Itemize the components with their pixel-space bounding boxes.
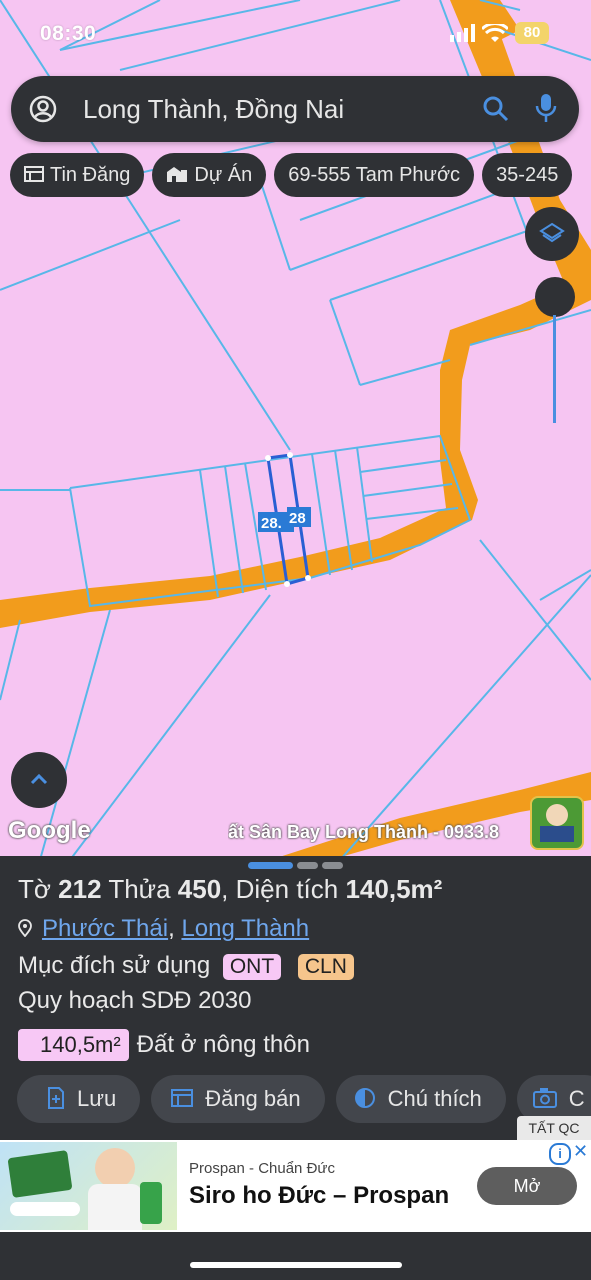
chip-label: Dự Án xyxy=(194,164,253,186)
parcel-location: Phước Thái, Long Thành xyxy=(18,915,309,943)
legend-button[interactable]: Chú thích xyxy=(335,1075,506,1123)
area-row: 140,5m² Đất ở nông thôn xyxy=(18,1029,310,1061)
ad-tag[interactable]: TẤT QC xyxy=(517,1116,591,1140)
bottom-safe-area xyxy=(0,1232,591,1280)
parcel-label-2: 28 xyxy=(289,510,306,527)
legend-icon xyxy=(354,1088,375,1109)
land-use-purpose: Mục đích sử dụng ONT CLN xyxy=(18,952,354,980)
post-sale-icon xyxy=(171,1089,194,1108)
listing-icon xyxy=(24,165,44,182)
ad-title: Siro ho Đức – Prospan xyxy=(189,1182,450,1209)
ad-image[interactable] xyxy=(0,1142,177,1230)
building-icon xyxy=(167,166,188,182)
save-button[interactable]: Lưu xyxy=(17,1075,141,1123)
map-watermark: ất Sân Bay Long Thành - 0933.8 xyxy=(228,822,500,842)
wifi-icon xyxy=(482,24,508,42)
area-description: Đất ở nông thôn xyxy=(136,1031,310,1058)
ad-info-icon[interactable]: i xyxy=(549,1143,571,1165)
google-logo: Google xyxy=(8,817,91,844)
area-badge: 140,5m² xyxy=(18,1029,129,1061)
location-pin-icon xyxy=(18,918,32,937)
land-use-plan: Quy hoạch SDĐ 2030 xyxy=(18,987,252,1014)
status-time: 08:30 xyxy=(40,22,97,45)
ad-banner[interactable]: Prospan - Chuẩn Đức Siro ho Đức – Prospa… xyxy=(0,1140,591,1232)
post-sale-button[interactable]: Đăng bán xyxy=(151,1075,325,1123)
parcel-title: Tờ 212 Thửa 450, Diện tích 140,5m² xyxy=(18,874,443,904)
home-indicator[interactable] xyxy=(190,1262,402,1268)
account-icon[interactable] xyxy=(29,95,57,123)
chip-label: 69-555 Tam Phước xyxy=(288,164,461,186)
opacity-slider-track[interactable] xyxy=(553,315,556,423)
ad-brand: Prospan - Chuẩn Đức xyxy=(189,1160,335,1177)
district-link[interactable]: Long Thành xyxy=(181,915,309,942)
search-icon[interactable] xyxy=(483,96,509,122)
ad-close-icon[interactable]: ✕ xyxy=(573,1141,588,1162)
chip-tin-dang[interactable]: Tin Đăng xyxy=(10,153,145,197)
search-input[interactable]: Long Thành, Đồng Nai xyxy=(83,94,344,125)
action-buttons: Lưu Đăng bán Chú thích C xyxy=(17,1075,591,1125)
opacity-slider-knob[interactable] xyxy=(535,277,575,317)
layers-icon xyxy=(539,222,565,243)
tag-cln: CLN xyxy=(297,953,354,980)
expand-up-button[interactable] xyxy=(11,752,67,808)
chip-du-an[interactable]: Dự Án xyxy=(152,153,267,197)
bookmark-add-icon xyxy=(48,1087,64,1110)
chevron-up-icon xyxy=(30,773,48,785)
filter-chips: Tin Đăng Dự Án 69-555 Tam Phước 35-245 xyxy=(10,153,591,199)
chip-label: 35-245 xyxy=(496,164,559,186)
microphone-icon[interactable] xyxy=(535,93,557,123)
ad-open-button[interactable]: Mở xyxy=(477,1167,577,1205)
camera-icon xyxy=(532,1088,557,1109)
signal-icon xyxy=(450,24,475,42)
chip-35-245[interactable]: 35-245 xyxy=(482,153,573,197)
brand-logo xyxy=(530,796,584,850)
parcel-label-1: 28. xyxy=(261,515,282,532)
ward-link[interactable]: Phước Thái xyxy=(42,915,168,942)
chip-label: Tin Đăng xyxy=(50,164,131,186)
search-bar[interactable]: Long Thành, Đồng Nai xyxy=(11,76,579,142)
chip-tam-phuoc[interactable]: 69-555 Tam Phước xyxy=(274,153,475,197)
battery-indicator: 80 xyxy=(515,22,549,44)
layers-button[interactable] xyxy=(525,207,579,261)
tag-ont: ONT xyxy=(222,953,282,980)
status-bar: 08:30 80 xyxy=(0,18,591,52)
